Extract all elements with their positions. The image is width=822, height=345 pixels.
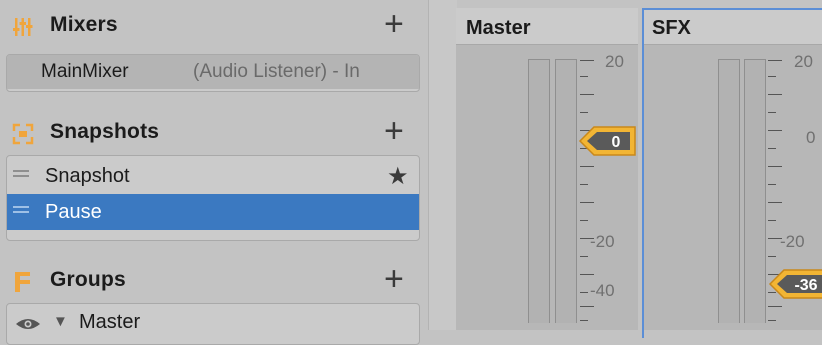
scale-tick: [580, 292, 588, 293]
scale-tick: [768, 184, 776, 185]
snapshot-label: Pause: [45, 201, 102, 223]
mixer-item-mainmixer[interactable]: MainMixer (Audio Listener) - In: [7, 55, 419, 89]
scale-tick: [768, 166, 782, 167]
add-snapshot-button[interactable]: +: [384, 114, 404, 148]
mixer-name: MainMixer: [41, 61, 129, 82]
eye-icon[interactable]: [15, 317, 41, 331]
attenuation-slider-handle[interactable]: 0: [578, 125, 638, 157]
drag-handle-icon[interactable]: [13, 175, 29, 177]
attenuation-value: -36: [794, 277, 817, 294]
mixers-section-header: Mixers +: [0, 6, 428, 46]
scale-tick: [768, 60, 782, 61]
star-icon[interactable]: ★: [387, 162, 409, 191]
level-meter-left: [528, 59, 550, 323]
scale-label: -40: [590, 281, 615, 300]
attenuation-slider-handle[interactable]: -36: [768, 268, 822, 300]
scale-tick: [580, 220, 588, 221]
channel-header[interactable]: SFX: [642, 8, 822, 45]
scale-tick: [580, 94, 594, 95]
snapshots-section-header: Snapshots +: [0, 113, 428, 153]
scale-tick: [768, 94, 782, 95]
scale-tick: [580, 320, 588, 321]
add-group-button[interactable]: +: [384, 262, 404, 296]
snapshots-title: Snapshots: [50, 120, 160, 143]
groups-icon: [15, 272, 30, 292]
scale-label: 20: [605, 52, 624, 71]
scale-tick: [580, 202, 594, 203]
scale-label: 0: [806, 128, 816, 147]
scale-label: -20: [590, 232, 615, 251]
scale-label: -20: [780, 232, 805, 251]
level-meter-right: [555, 59, 577, 323]
scale-tick: [768, 130, 782, 131]
drag-handle-icon[interactable]: [13, 211, 29, 213]
level-meter-right: [744, 59, 766, 323]
attenuation-value: 0: [612, 134, 621, 151]
scale-tick: [768, 112, 776, 113]
scale-tick: [580, 60, 594, 61]
mixer-output-detail: (Audio Listener) - In: [193, 61, 360, 82]
panel-splitter[interactable]: [428, 0, 457, 330]
level-meter-left: [718, 59, 740, 323]
snapshot-item-pause[interactable]: Pause: [7, 194, 419, 230]
groups-section-header: Groups +: [0, 261, 428, 301]
mixers-icon: [13, 18, 33, 36]
scale-tick: [580, 306, 594, 307]
scale-tick: [580, 256, 588, 257]
scale-tick: [768, 306, 782, 307]
groups-title: Groups: [50, 268, 126, 291]
snapshot-item-snapshot[interactable]: Snapshot ★: [7, 158, 419, 194]
group-label: Master: [79, 311, 141, 333]
scale-tick: [580, 76, 588, 77]
groups-list: ▼ Master: [6, 303, 420, 345]
scale-label: 20: [794, 52, 813, 71]
channel-name: SFX: [652, 17, 691, 39]
snapshots-icon: [12, 123, 34, 145]
scale-tick: [768, 220, 776, 221]
channel-header[interactable]: Master: [456, 8, 638, 45]
expand-triangle-icon[interactable]: ▼: [53, 313, 68, 330]
scale-tick: [768, 320, 776, 321]
scale-tick: [580, 274, 594, 275]
group-item-master[interactable]: ▼ Master: [7, 304, 419, 340]
add-mixer-button[interactable]: +: [384, 7, 404, 41]
scale-tick: [580, 112, 588, 113]
scale-tick: [768, 148, 776, 149]
scale-tick: [768, 202, 782, 203]
scale-tick: [768, 76, 776, 77]
scale-tick: [580, 166, 594, 167]
scale-tick: [768, 256, 776, 257]
mixers-title: Mixers: [50, 13, 118, 36]
mixers-list: MainMixer (Audio Listener) - In: [6, 54, 420, 92]
scale-tick: [580, 184, 588, 185]
snapshots-list: Snapshot ★ Pause: [6, 155, 420, 241]
channel-name: Master: [466, 17, 531, 39]
audio-mixer-sidebar: Mixers + MainMixer (Audio Listener) - In…: [0, 0, 428, 345]
snapshot-label: Snapshot: [45, 165, 130, 187]
